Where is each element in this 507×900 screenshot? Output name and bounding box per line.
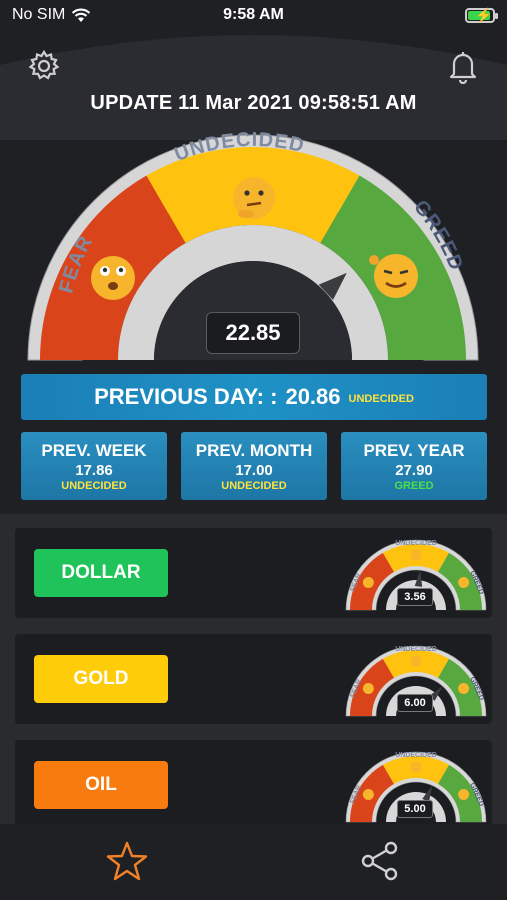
prev-month-card[interactable]: PREV. MONTH 17.00 UNDECIDED xyxy=(181,432,327,500)
battery-icon: ⚡ xyxy=(465,7,498,23)
mini-greed-face-icon xyxy=(458,789,470,800)
previous-day-value: 20.86 xyxy=(285,384,341,409)
asset-row-gold[interactable]: GOLD FEAR UNDECIDED GREED 6.00 xyxy=(15,634,492,724)
dollar-button[interactable]: DOLLAR xyxy=(34,549,168,597)
status-bar: No SIM 9:58 AM ⚡ xyxy=(0,0,507,30)
previous-period-cards: PREV. WEEK 17.86 UNDECIDED PREV. MONTH 1… xyxy=(21,432,487,500)
mini-fear-face-icon xyxy=(362,683,374,694)
share-icon[interactable] xyxy=(360,840,400,882)
prev-card-value: 27.90 xyxy=(395,461,433,479)
previous-day-banner[interactable]: PREVIOUS DAY: : 20.86 UNDECIDED xyxy=(21,374,487,420)
prev-card-title: PREV. WEEK xyxy=(41,440,147,460)
prev-week-card[interactable]: PREV. WEEK 17.86 UNDECIDED xyxy=(21,432,167,500)
mini-fear-face-icon xyxy=(362,577,374,588)
bell-icon[interactable] xyxy=(447,48,479,84)
update-timestamp: UPDATE 11 Mar 2021 09:58:51 AM xyxy=(90,92,417,114)
prev-card-value: 17.86 xyxy=(75,461,113,479)
previous-day-status: UNDECIDED xyxy=(348,393,414,405)
mini-greed-face-icon xyxy=(458,577,470,588)
asset-list: DOLLAR FEAR UNDECIDED GREED 3.56 GOLD FEAR… xyxy=(0,514,507,830)
gold-button[interactable]: GOLD xyxy=(34,655,168,703)
prev-card-status: GREED xyxy=(394,479,434,492)
fear-face-icon xyxy=(91,256,135,300)
tab-bar xyxy=(0,824,507,900)
mini-undecided-label: UNDECIDED xyxy=(395,752,437,759)
mini-undecided-label: UNDECIDED xyxy=(395,646,437,653)
mini-gauge-value: 3.56 xyxy=(397,588,433,606)
prev-card-status: UNDECIDED xyxy=(61,479,127,492)
asset-row-dollar[interactable]: DOLLAR FEAR UNDECIDED GREED 3.56 xyxy=(15,528,492,618)
mini-thinking-face-icon xyxy=(410,655,422,667)
prev-card-title: PREV. MONTH xyxy=(195,440,313,460)
previous-day-label: PREVIOUS DAY: : xyxy=(94,384,278,409)
mini-thinking-face-icon xyxy=(410,761,422,773)
prev-card-status: UNDECIDED xyxy=(221,479,287,492)
thinking-face-icon xyxy=(233,177,275,219)
star-icon[interactable] xyxy=(106,840,148,882)
header xyxy=(0,42,507,92)
oil-button[interactable]: OIL xyxy=(34,761,168,809)
mini-gauge-value: 5.00 xyxy=(397,800,433,818)
prev-card-value: 17.00 xyxy=(235,461,273,479)
carrier-label: No SIM xyxy=(12,6,66,23)
mini-undecided-label: UNDECIDED xyxy=(395,540,437,547)
gear-icon[interactable] xyxy=(26,48,62,84)
mini-greed-face-icon xyxy=(458,683,470,694)
prev-year-card[interactable]: PREV. YEAR 27.90 GREED xyxy=(341,432,487,500)
prev-card-title: PREV. YEAR xyxy=(363,440,465,460)
status-left: No SIM xyxy=(12,6,91,24)
mini-gauge-value: 6.00 xyxy=(397,694,433,712)
mini-thinking-face-icon xyxy=(410,549,422,561)
asset-row-oil[interactable]: OIL FEAR UNDECIDED GREED 5.00 xyxy=(15,740,492,830)
wifi-icon xyxy=(72,8,91,22)
mini-fear-face-icon xyxy=(362,789,374,800)
mini-gauge-needle xyxy=(414,570,423,587)
current-value: 22.85 xyxy=(206,312,300,354)
